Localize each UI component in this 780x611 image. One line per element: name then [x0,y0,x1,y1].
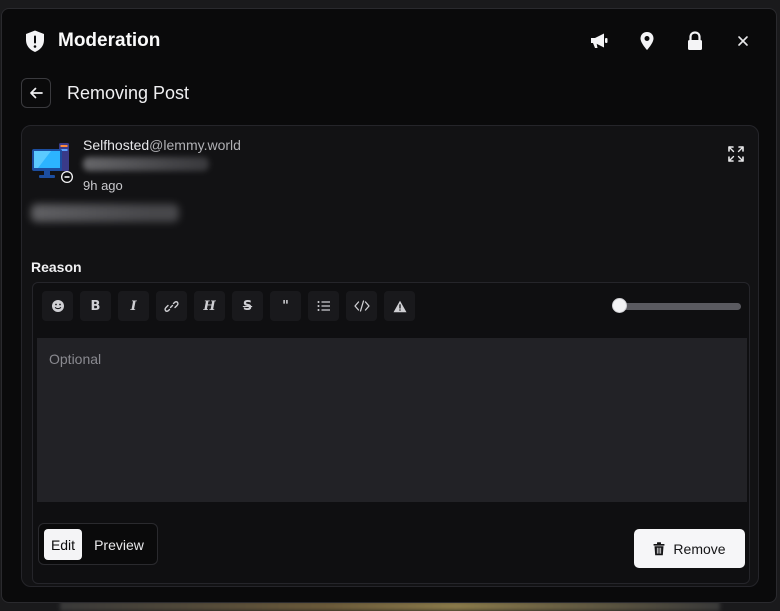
italic-button[interactable]: I [118,291,149,321]
expand-icon [728,146,744,162]
community-name: Selfhosted [83,137,150,153]
moderation-modal: Moderation Removing Post Selfhosted@lemm… [1,8,777,603]
reason-label: Reason [31,259,82,275]
editor-toolbar: B I H S " [42,291,415,321]
edit-tab[interactable]: Edit [44,529,82,560]
post-timestamp: 9h ago [83,178,123,193]
community-link[interactable]: Selfhosted@lemmy.world [83,137,241,154]
sub-header: Removing Post [2,71,776,121]
megaphone-button[interactable] [587,29,611,53]
close-button[interactable] [731,29,755,53]
quote-button[interactable]: " [270,291,301,321]
computer-icon [32,143,73,183]
megaphone-icon [591,33,608,48]
code-button[interactable] [346,291,377,321]
editor-size-slider[interactable] [612,298,743,314]
location-button[interactable] [635,29,659,53]
reason-input[interactable] [37,338,747,502]
post-title-redacted[interactable] [31,204,179,222]
warning-icon [393,300,406,312]
close-icon [738,36,748,46]
markdown-editor: B I H S " Optional Edit Preview Remove [32,282,750,584]
remove-label: Remove [673,540,726,557]
lock-icon [688,31,702,50]
preview-tab[interactable]: Preview [87,529,151,560]
bold-icon: B [90,298,101,314]
slider-track [619,303,741,310]
emoji-icon [51,300,64,312]
code-icon [353,300,370,312]
arrow-left-icon [30,87,43,99]
modal-header: Moderation [2,9,776,71]
link-button[interactable] [156,291,187,321]
warning-button[interactable] [384,291,415,321]
modal-title: Moderation [58,30,161,51]
community-avatar[interactable] [31,139,75,183]
author-redacted[interactable] [83,157,209,171]
location-pin-icon [640,32,654,50]
italic-icon: I [130,298,137,314]
lock-button[interactable] [683,29,707,53]
strikethrough-button[interactable]: S [232,291,263,321]
slider-thumb[interactable] [612,298,627,313]
expand-button[interactable] [726,144,746,164]
edit-preview-toggle: Edit Preview [38,523,158,565]
shield-icon [26,30,44,52]
community-instance: @lemmy.world [149,137,241,153]
emoji-button[interactable] [42,291,73,321]
quote-icon: " [282,298,289,314]
page-title: Removing Post [67,83,190,103]
header-icon: H [203,298,216,314]
link-icon [164,300,179,312]
header-button[interactable]: H [194,291,225,321]
strikethrough-icon: S [242,298,253,314]
post-card: Selfhosted@lemmy.world 9h ago Reason B I… [21,125,759,587]
bold-button[interactable]: B [80,291,111,321]
list-button[interactable] [308,291,339,321]
back-button[interactable] [21,78,51,108]
list-icon [317,301,330,311]
remove-button[interactable]: Remove [634,529,745,568]
trash-icon [653,541,665,555]
